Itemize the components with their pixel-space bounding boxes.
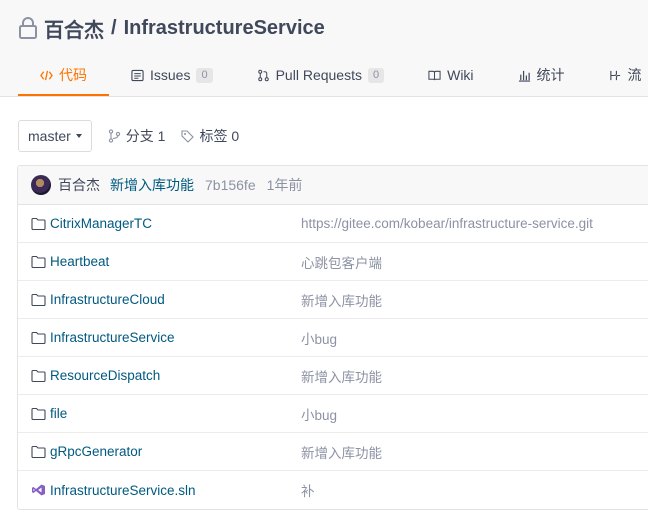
tags-count-label: 标签 0 [199, 128, 240, 144]
repo-tabs: 代码 Issues 0 Pull Requests 0 Wiki 统计 流 [18, 56, 648, 96]
avatar[interactable] [31, 175, 51, 195]
tab-stats-label: 统计 [536, 67, 565, 83]
folder-icon [31, 255, 46, 268]
latest-commit-row: 百合杰 新增入库功能 7b156fe 1年前 [18, 166, 648, 205]
folder-icon [31, 407, 46, 420]
tab-code-label: 代码 [59, 67, 87, 83]
bar-chart-icon [518, 70, 530, 82]
folder-icon [31, 293, 46, 306]
issues-icon [131, 69, 144, 81]
repo-owner-link[interactable]: 百合杰 [44, 14, 104, 43]
branch-bar: master 分支 1 标签 0 [18, 120, 239, 152]
commit-message-link[interactable]: 新增入库功能 [110, 175, 194, 195]
tab-wiki-label: Wiki [447, 67, 474, 83]
tab-pipeline[interactable]: 流 [587, 56, 648, 94]
folder-icon [31, 445, 46, 458]
file-name-link[interactable]: CitrixManagerTC [50, 216, 152, 231]
tab-pull-requests[interactable]: Pull Requests 0 [235, 56, 407, 94]
lock-icon [19, 17, 37, 39]
repo-path-separator: / [111, 16, 117, 39]
file-name-link[interactable]: file [50, 406, 67, 421]
list-item: Heartbeat 心跳包客户端 [18, 243, 648, 281]
branches-link[interactable]: 分支 1 [108, 126, 166, 146]
folder-icon [31, 331, 46, 344]
branches-count-label: 分支 1 [125, 128, 166, 144]
file-commit-message[interactable]: https://gitee.com/kobear/infrastructure-… [301, 216, 593, 231]
list-item: ResourceDispatch 新增入库功能 [18, 357, 648, 395]
repo-header: 百合杰 / InfrastructureService 代码 Issues 0 [0, 0, 648, 97]
list-item: InfrastructureService 小bug [18, 319, 648, 357]
chevron-down-icon [75, 134, 82, 138]
repo-title: 百合杰 / InfrastructureService [18, 14, 325, 42]
tab-stats[interactable]: 统计 [496, 56, 587, 94]
list-item: CitrixManagerTC https://gitee.com/kobear… [18, 205, 648, 243]
list-item: InfrastructureCloud 新增入库功能 [18, 281, 648, 319]
file-list: 百合杰 新增入库功能 7b156fe 1年前 CitrixManagerTC h… [17, 165, 648, 510]
issues-count-badge: 0 [196, 67, 213, 83]
file-commit-message[interactable]: 新增入库功能 [301, 442, 382, 462]
file-name-link[interactable]: InfrastructureCloud [50, 292, 165, 307]
list-item: file 小bug [18, 395, 648, 433]
commit-sha-link[interactable]: 7b156fe [205, 177, 256, 193]
file-commit-message[interactable]: 小bug [301, 404, 337, 424]
commit-author[interactable]: 百合杰 [58, 175, 100, 195]
file-commit-message[interactable]: 新增入库功能 [301, 290, 382, 310]
file-commit-message[interactable]: 小bug [301, 328, 337, 348]
visual-studio-icon [32, 484, 45, 496]
file-name-link[interactable]: InfrastructureService [50, 330, 175, 345]
pull-requests-count-badge: 0 [367, 67, 385, 83]
list-item: gRpcGenerator 新增入库功能 [18, 433, 648, 471]
branch-icon [108, 129, 120, 143]
branch-select[interactable]: master [18, 120, 92, 152]
tab-pull-requests-label: Pull Requests [275, 67, 362, 83]
pipeline-icon [609, 70, 620, 80]
folder-icon [31, 369, 46, 382]
file-name-link[interactable]: ResourceDispatch [50, 368, 160, 383]
tab-issues[interactable]: Issues 0 [109, 56, 235, 94]
file-name-link[interactable]: gRpcGenerator [50, 444, 142, 459]
folder-icon [31, 217, 46, 230]
file-name-link[interactable]: Heartbeat [50, 254, 109, 269]
tab-pipeline-label: 流 [627, 67, 642, 83]
file-commit-message[interactable]: 新增入库功能 [301, 366, 382, 386]
file-commit-message[interactable]: 补 [301, 480, 315, 500]
pull-request-icon [257, 69, 269, 81]
code-icon [40, 70, 53, 80]
tab-wiki[interactable]: Wiki [406, 56, 495, 94]
branch-select-value: master [28, 128, 71, 144]
file-name-link[interactable]: InfrastructureService.sln [50, 483, 196, 498]
commit-time: 1年前 [266, 177, 303, 193]
file-commit-message[interactable]: 心跳包客户端 [301, 252, 382, 272]
list-item: InfrastructureService.sln 补 [18, 471, 648, 509]
tab-issues-label: Issues [150, 67, 191, 83]
wiki-book-icon [428, 70, 441, 80]
repo-name-link[interactable]: InfrastructureService [124, 17, 325, 40]
tag-icon [181, 129, 195, 143]
tab-code[interactable]: 代码 [18, 56, 109, 96]
tags-link[interactable]: 标签 0 [181, 126, 239, 146]
